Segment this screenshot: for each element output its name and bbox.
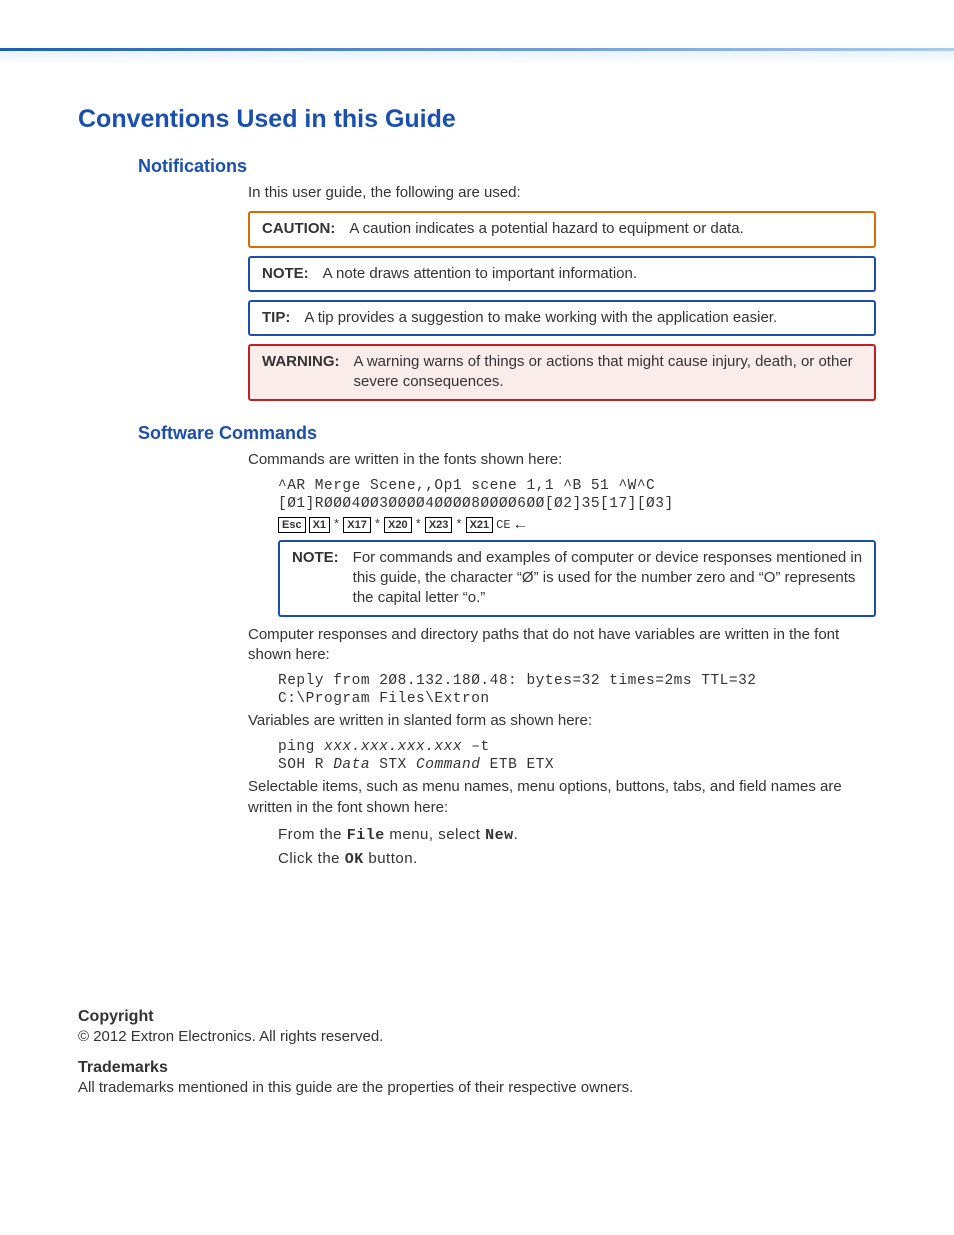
keycap-x1: X1	[309, 517, 330, 533]
keycap-x23: X23	[425, 517, 453, 533]
var2b: Data	[333, 757, 370, 773]
var1b: xxx.xxx.xxx.xxx	[324, 739, 462, 755]
response-line-2: C:\Program Files\Extron	[278, 691, 876, 707]
page-content: Conventions Used in this Guide Notificat…	[0, 65, 954, 1166]
tip-callout: TIP: A tip provides a suggestion to make…	[248, 300, 876, 336]
arrow-left-icon: ←	[516, 516, 526, 534]
keycap-x21: X21	[466, 517, 494, 533]
caution-callout: CAUTION: A caution indicates a potential…	[248, 211, 876, 247]
sel2c: button.	[364, 850, 418, 867]
keycap-x20: X20	[384, 517, 412, 533]
note-callout: NOTE: A note draws attention to importan…	[248, 256, 876, 292]
command-example-1: ^AR Merge Scene,,Op1 scene 1,1 ^B 51 ^W^…	[278, 478, 876, 494]
software-intro: Commands are written in the fonts shown …	[248, 450, 876, 470]
copyright-heading: Copyright	[78, 1008, 876, 1026]
sel1c: menu, select	[385, 826, 485, 843]
sel1d: New	[485, 827, 514, 844]
section-notifications-heading: Notifications	[138, 156, 876, 177]
command-keycap-row: Esc X1 * X17 * X20 * X23 * X21 CE ←	[278, 516, 876, 534]
tip-label: TIP:	[262, 308, 290, 328]
response-intro: Computer responses and directory paths t…	[248, 625, 866, 666]
keycap-sep: *	[415, 518, 422, 532]
sel2a: Click the	[278, 850, 345, 867]
variables-intro: Variables are written in slanted form as…	[248, 711, 876, 731]
keycap-sep: *	[333, 518, 340, 532]
trademarks-heading: Trademarks	[78, 1059, 876, 1077]
keycap-x17: X17	[343, 517, 371, 533]
selectable-intro: Selectable items, such as menu names, me…	[248, 777, 866, 818]
var2a: SOH R	[278, 757, 333, 773]
sel1b: File	[347, 827, 385, 844]
warning-callout: WARNING: A warning warns of things or ac…	[248, 344, 876, 401]
keycap-esc: Esc	[278, 517, 306, 533]
software-note-callout: NOTE: For commands and examples of compu…	[278, 540, 876, 617]
sel1a: From the	[278, 826, 347, 843]
command-example-2: [Ø1]RØØØ4ØØ3ØØØØ4ØØØØ8ØØØØ6ØØ[Ø2]35[17][…	[278, 496, 876, 512]
page-title: Conventions Used in this Guide	[78, 105, 876, 134]
selectable-line-2: Click the OK button.	[278, 850, 876, 868]
warning-label: WARNING:	[262, 352, 340, 393]
tip-text: A tip provides a suggestion to make work…	[304, 308, 777, 328]
var2d: Command	[416, 757, 480, 773]
keycap-sep: *	[455, 518, 462, 532]
caution-label: CAUTION:	[262, 219, 335, 239]
var2e: ETB ETX	[480, 757, 554, 773]
variables-line-1: ping xxx.xxx.xxx.xxx –t	[278, 739, 876, 755]
selectable-line-1: From the File menu, select New.	[278, 826, 876, 844]
keycap-sep: *	[374, 518, 381, 532]
notifications-intro: In this user guide, the following are us…	[248, 183, 876, 203]
note-label: NOTE:	[262, 264, 309, 284]
sel1e: .	[514, 826, 519, 843]
section-software-heading: Software Commands	[138, 423, 876, 444]
copyright-text: © 2012 Extron Electronics. All rights re…	[78, 1028, 876, 1045]
warning-text: A warning warns of things or actions tha…	[354, 352, 865, 393]
note-text: A note draws attention to important info…	[323, 264, 637, 284]
var2c: STX	[370, 757, 416, 773]
var1c: –t	[462, 739, 490, 755]
software-note-label: NOTE:	[292, 548, 339, 609]
software-note-text: For commands and examples of computer or…	[353, 548, 864, 609]
variables-line-2: SOH R Data STX Command ETB ETX	[278, 757, 876, 773]
var1a: ping	[278, 739, 324, 755]
sel2b: OK	[345, 851, 364, 868]
trademarks-text: All trademarks mentioned in this guide a…	[78, 1079, 876, 1096]
keycap-ce: CE	[496, 518, 510, 532]
footer-block: Copyright © 2012 Extron Electronics. All…	[78, 1008, 876, 1096]
caution-text: A caution indicates a potential hazard t…	[349, 219, 743, 239]
header-fade	[0, 51, 954, 65]
response-line-1: Reply from 2Ø8.132.18Ø.48: bytes=32 time…	[278, 673, 876, 689]
